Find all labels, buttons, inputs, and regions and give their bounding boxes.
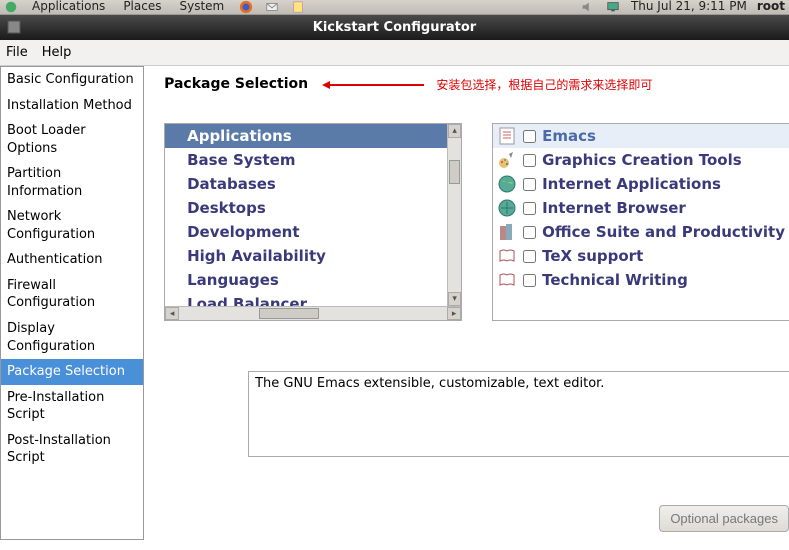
globe-arrow-icon (497, 198, 517, 218)
package-label: Emacs (542, 127, 596, 145)
package-row-internet-apps[interactable]: Internet Applications (493, 172, 789, 196)
group-item-high-availability[interactable]: High Availability (165, 244, 461, 268)
package-label: Graphics Creation Tools (542, 151, 742, 169)
office-icon (497, 222, 517, 242)
package-row-graphics[interactable]: Graphics Creation Tools (493, 148, 789, 172)
sidebar-item-partition-information[interactable]: Partition Information (1, 161, 143, 204)
package-row-tex[interactable]: TeX support (493, 244, 789, 268)
scroll-down-icon[interactable]: ▾ (448, 292, 461, 306)
group-vscrollbar[interactable]: ▴ ▾ (447, 124, 461, 306)
gnome-panel: Applications Places System Thu Jul 21, 9… (0, 0, 789, 15)
evolution-icon[interactable] (264, 0, 280, 14)
group-item-development[interactable]: Development (165, 220, 461, 244)
group-item-base-system[interactable]: Base System (165, 148, 461, 172)
app-menubar: File Help (0, 40, 789, 66)
package-label: Internet Applications (542, 175, 721, 193)
emacs-icon (497, 126, 517, 146)
globe-icon (497, 174, 517, 194)
sidebar-item-pre-installation-script[interactable]: Pre-Installation Script (1, 385, 143, 428)
book-icon (497, 270, 517, 290)
group-item-applications[interactable]: Applications (165, 124, 461, 148)
sidebar-item-display-configuration[interactable]: Display Configuration (1, 316, 143, 359)
package-checkbox-emacs[interactable] (523, 130, 536, 143)
package-label: Office Suite and Productivity (542, 223, 785, 241)
sidebar-item-post-installation-script[interactable]: Post-Installation Script (1, 428, 143, 471)
window-icon (6, 19, 22, 44)
scroll-up-icon[interactable]: ▴ (448, 124, 461, 138)
package-checkbox-tech-writing[interactable] (523, 274, 536, 287)
scroll-left-icon[interactable]: ◂ (165, 307, 179, 320)
note-icon[interactable] (290, 0, 306, 14)
menu-file[interactable]: File (6, 45, 28, 60)
panel-user[interactable]: root (757, 0, 785, 12)
panel-menu-system[interactable]: System (175, 0, 228, 12)
sidebar-item-basic-configuration[interactable]: Basic Configuration (1, 67, 143, 93)
scroll-right-icon[interactable]: ▸ (447, 307, 461, 320)
package-row-emacs[interactable]: Emacs (493, 124, 789, 148)
window-title: Kickstart Configurator (313, 20, 476, 35)
section-title: Package Selection (164, 76, 308, 92)
firefox-icon[interactable] (238, 0, 254, 14)
sidebar-item-package-selection[interactable]: Package Selection (1, 359, 143, 385)
package-checkbox-graphics[interactable] (523, 154, 536, 167)
group-item-languages[interactable]: Languages (165, 268, 461, 292)
group-item-load-balancer[interactable]: Load Balancer (165, 292, 461, 306)
package-checkbox-browser[interactable] (523, 202, 536, 215)
package-row-tech-writing[interactable]: Technical Writing (493, 268, 789, 292)
package-row-browser[interactable]: Internet Browser (493, 196, 789, 220)
book-icon (497, 246, 517, 266)
package-list: Emacs Graphics Creation Tools Internet A… (492, 123, 789, 321)
group-list: Applications Base System Databases Deskt… (164, 123, 462, 321)
package-checkbox-internet-apps[interactable] (523, 178, 536, 191)
panel-menu-applications[interactable]: Applications (28, 0, 109, 12)
panel-menu-places[interactable]: Places (119, 0, 165, 12)
annotation-arrow (324, 84, 424, 86)
network-icon[interactable] (605, 0, 621, 14)
sidebar-item-firewall-configuration[interactable]: Firewall Configuration (1, 273, 143, 316)
package-checkbox-office[interactable] (523, 226, 536, 239)
menu-help[interactable]: Help (42, 45, 72, 60)
package-label: Internet Browser (542, 199, 686, 217)
graphics-icon (497, 150, 517, 170)
package-label: TeX support (542, 247, 643, 265)
sidebar-item-authentication[interactable]: Authentication (1, 247, 143, 273)
sidebar-item-network-configuration[interactable]: Network Configuration (1, 204, 143, 247)
volume-icon[interactable] (579, 0, 595, 14)
window-titlebar[interactable]: Kickstart Configurator (0, 15, 789, 40)
scroll-thumb[interactable] (449, 160, 460, 184)
sidebar: Basic Configuration Installation Method … (0, 66, 144, 540)
optional-packages-button[interactable]: Optional packages (659, 505, 789, 532)
hscroll-thumb[interactable] (259, 308, 319, 319)
gnome-foot-icon (4, 0, 18, 14)
group-item-databases[interactable]: Databases (165, 172, 461, 196)
package-checkbox-tex[interactable] (523, 250, 536, 263)
sidebar-item-installation-method[interactable]: Installation Method (1, 93, 143, 119)
package-label: Technical Writing (542, 271, 688, 289)
panel-datetime[interactable]: Thu Jul 21, 9:11 PM (631, 0, 747, 12)
package-description: The GNU Emacs extensible, customizable, … (248, 371, 789, 457)
sidebar-item-boot-loader-options[interactable]: Boot Loader Options (1, 118, 143, 161)
annotation-text: 安装包选择，根据自己的需求来选择即可 (436, 78, 652, 92)
group-hscrollbar[interactable]: ◂ ▸ (165, 306, 461, 320)
package-row-office[interactable]: Office Suite and Productivity (493, 220, 789, 244)
group-item-desktops[interactable]: Desktops (165, 196, 461, 220)
